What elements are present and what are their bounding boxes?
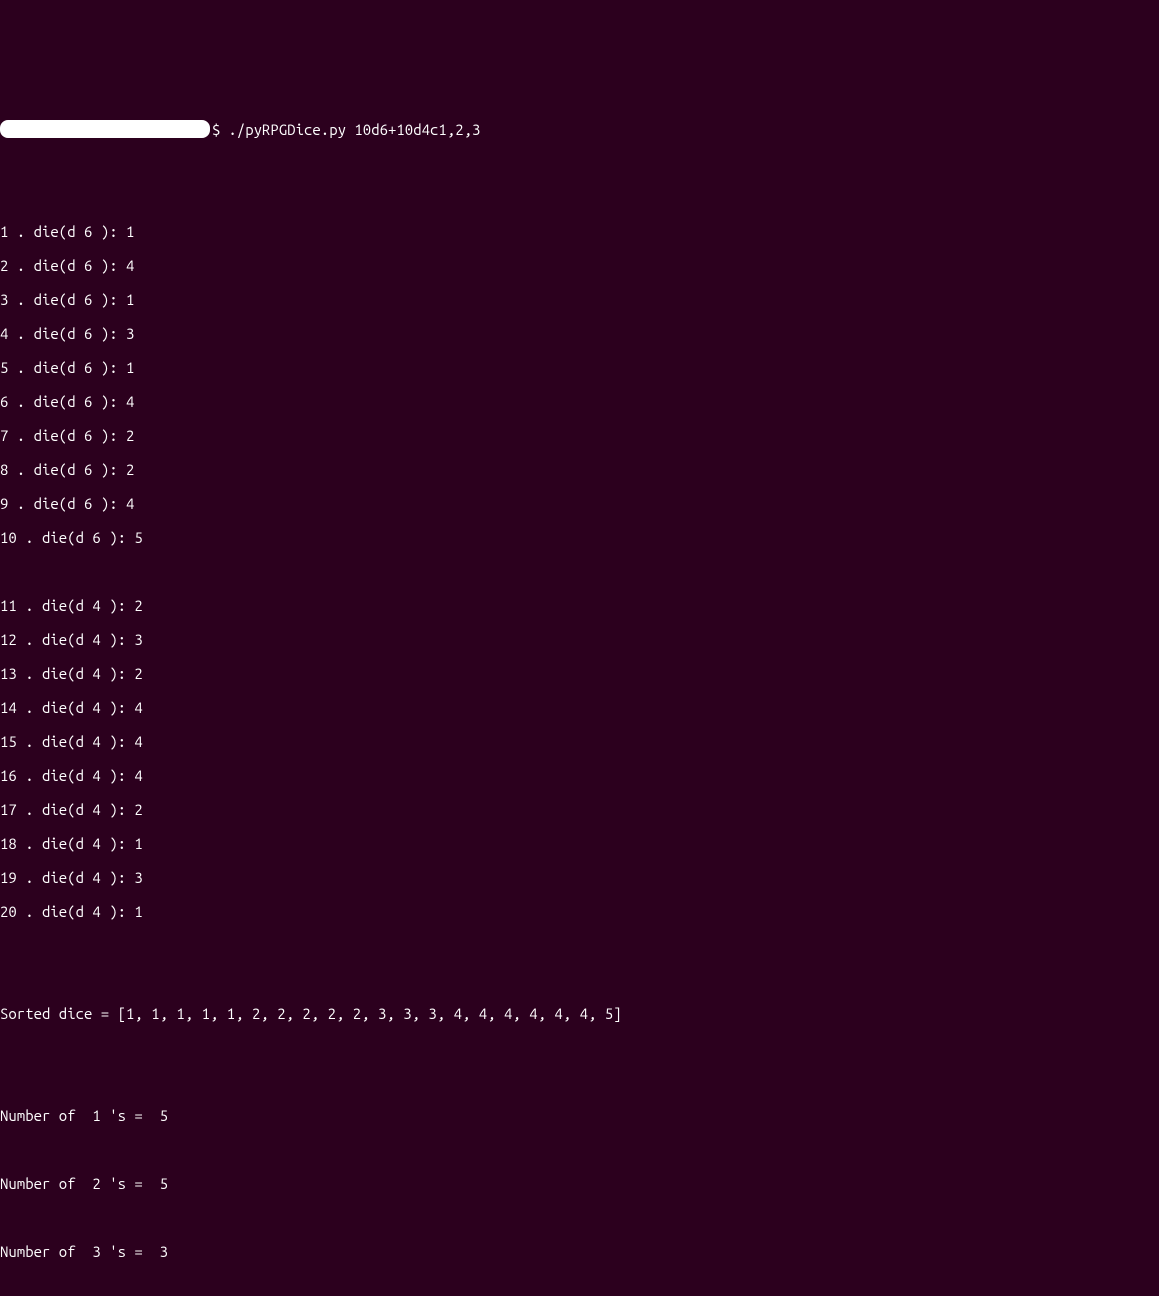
dice-roll-line: 18 . die(d 4 ): 1 [0,835,1159,852]
dice-roll-line: 4 . die(d 6 ): 3 [0,325,1159,342]
dice-roll-line: 19 . die(d 4 ): 3 [0,869,1159,886]
dice-roll-line: 14 . die(d 4 ): 4 [0,699,1159,716]
prompt-symbol: $ [212,121,220,138]
count-line: Number of 3 's = 3 [0,1243,1159,1260]
dice-roll-line: 1 . die(d 6 ): 1 [0,223,1159,240]
dice-roll-line: 13 . die(d 4 ): 2 [0,665,1159,682]
sorted-dice-line: Sorted dice = [1, 1, 1, 1, 1, 2, 2, 2, 2… [0,1005,1159,1022]
dice-roll-line: 8 . die(d 6 ): 2 [0,461,1159,478]
command-text: ./pyRPGDice.py 10d6+10d4c1,2,3 [228,121,480,138]
dice-roll-line: 7 . die(d 6 ): 2 [0,427,1159,444]
count-line: Number of 1 's = 5 [0,1107,1159,1124]
dice-roll-line: 11 . die(d 4 ): 2 [0,597,1159,614]
redacted-user-host [0,120,210,138]
dice-roll-line: 20 . die(d 4 ): 1 [0,903,1159,920]
dice-roll-line: 3 . die(d 6 ): 1 [0,291,1159,308]
dice-roll-line: 2 . die(d 6 ): 4 [0,257,1159,274]
dice-roll-line: 16 . die(d 4 ): 4 [0,767,1159,784]
terminal-output[interactable]: $ ./pyRPGDice.py 10d6+10d4c1,2,3 1 . die(… [0,68,1159,1296]
command-prompt-line: $ ./pyRPGDice.py 10d6+10d4c1,2,3 [0,120,1159,138]
count-line: Number of 2 's = 5 [0,1175,1159,1192]
dice-roll-line: 9 . die(d 6 ): 4 [0,495,1159,512]
dice-roll-line: 6 . die(d 6 ): 4 [0,393,1159,410]
dice-roll-line: 10 . die(d 6 ): 5 [0,529,1159,546]
dice-roll-line: 17 . die(d 4 ): 2 [0,801,1159,818]
dice-roll-line: 12 . die(d 4 ): 3 [0,631,1159,648]
dice-roll-line: 5 . die(d 6 ): 1 [0,359,1159,376]
dice-roll-line: 15 . die(d 4 ): 4 [0,733,1159,750]
